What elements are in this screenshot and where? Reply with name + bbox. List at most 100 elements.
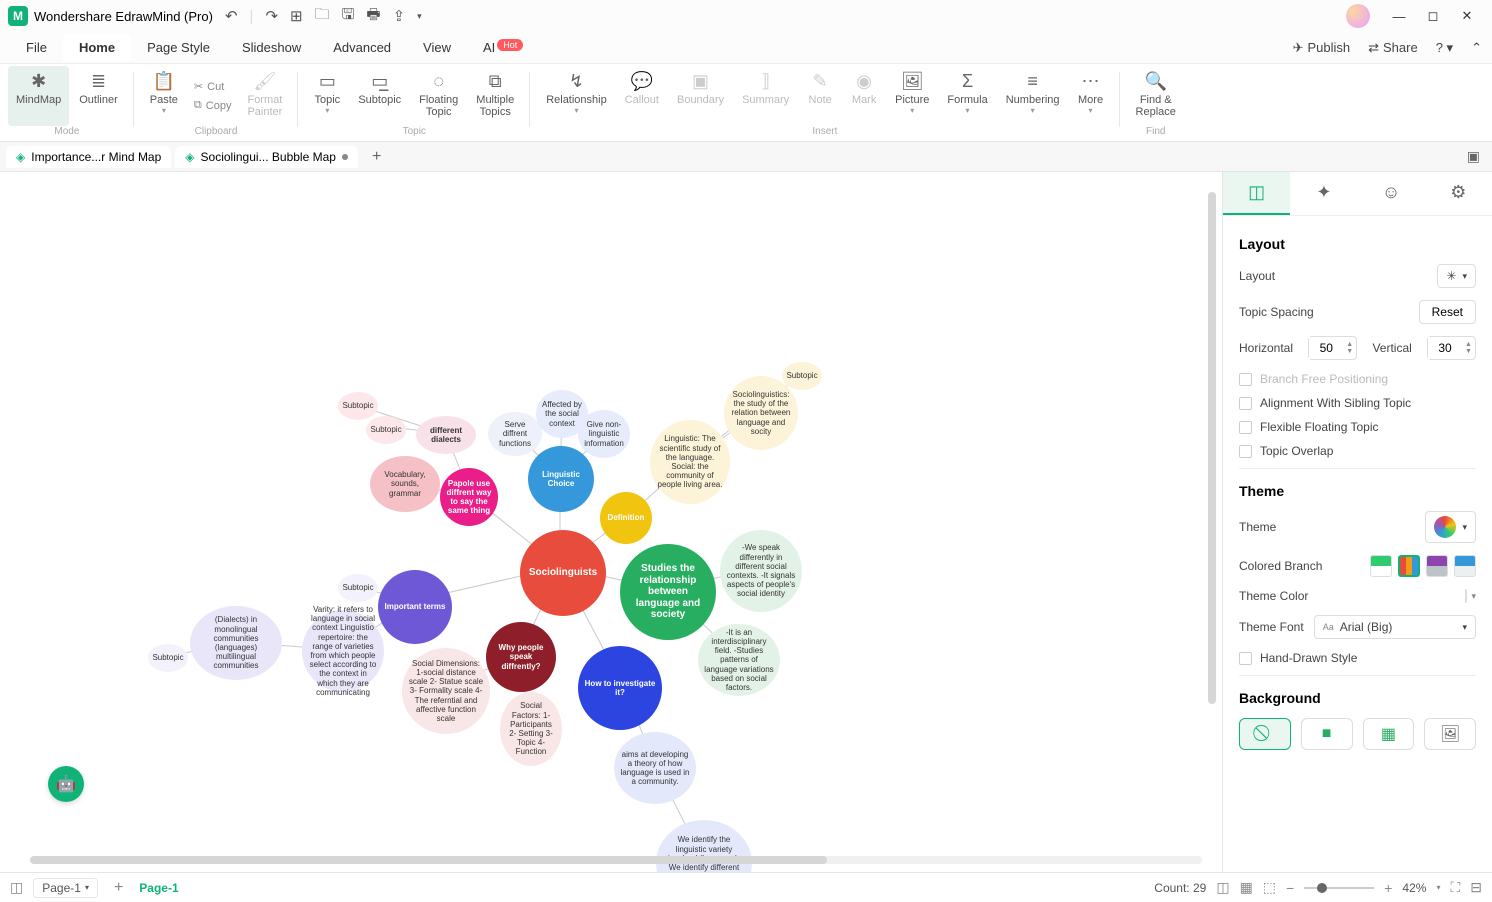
theme-font-dropdown[interactable]: AaArial (Big)▾ <box>1314 615 1476 639</box>
h-up-icon[interactable]: ▲ <box>1346 341 1353 348</box>
nonling-bubble[interactable]: Give non-linguistic information <box>578 410 630 458</box>
minimize-button[interactable]: — <box>1382 9 1416 24</box>
horizontal-stepper[interactable]: ▲▼ <box>1308 336 1357 360</box>
boundary-button[interactable]: ▣Boundary <box>669 66 732 126</box>
zoom-value[interactable]: 42% <box>1402 881 1426 895</box>
menu-ai[interactable]: AIHot <box>467 34 539 61</box>
multiple-topics-button[interactable]: ⧉MultipleTopics <box>468 66 522 126</box>
side-tab-layout[interactable]: ◫ <box>1223 172 1290 215</box>
topic-button[interactable]: ▭Topic▾ <box>306 66 348 126</box>
summary-button[interactable]: ⟧Summary <box>734 66 797 126</box>
branch-swatch-4[interactable] <box>1454 555 1476 577</box>
new-doc-tab[interactable]: + <box>362 144 391 170</box>
flexible-check[interactable]: Flexible Floating Topic <box>1239 420 1476 434</box>
menu-home[interactable]: Home <box>63 34 131 61</box>
copy-button[interactable]: ⧉Copy <box>188 97 238 114</box>
ling-choice-bubble[interactable]: Linguistic Choice <box>528 446 594 512</box>
formula-button[interactable]: ΣFormula▾ <box>939 66 995 126</box>
vscroll-thumb[interactable] <box>1208 192 1216 704</box>
subtopic-bubble-3[interactable]: Subtopic <box>338 392 378 420</box>
doc-tab-2[interactable]: ◈Sociolingui... Bubble Map <box>175 146 358 168</box>
view-3-icon[interactable]: ⬚ <box>1263 879 1276 896</box>
numbering-button[interactable]: ≡Numbering▾ <box>998 66 1068 126</box>
zoom-slider[interactable] <box>1304 887 1374 889</box>
investigate-bubble[interactable]: How to investigate it? <box>578 646 662 730</box>
layout-dropdown[interactable]: ✳▾ <box>1437 264 1476 288</box>
socio-def-bubble[interactable]: Sociolinguistics: the study of the relat… <box>724 376 798 450</box>
collapse-ribbon-button[interactable]: ⌃ <box>1471 40 1482 56</box>
speak-diff-bubble[interactable]: -We speak differently in different socia… <box>720 530 802 612</box>
interdisc-bubble[interactable]: -It is an interdisciplinary field. -Stud… <box>698 624 780 696</box>
h-down-icon[interactable]: ▼ <box>1346 348 1353 355</box>
print-icon[interactable]: 🖶 <box>366 4 380 29</box>
bg-pattern[interactable]: ▦ <box>1363 718 1415 750</box>
serve-funcs-bubble[interactable]: Serve diffrent functions <box>488 412 542 456</box>
cut-button[interactable]: ✂Cut <box>188 78 238 95</box>
varity-bubble[interactable]: Varity: it refers to language in social … <box>302 610 384 692</box>
outliner-button[interactable]: ≣Outliner <box>71 66 126 126</box>
more-button[interactable]: ⋯More▾ <box>1070 66 1112 126</box>
identify-bubble[interactable]: We identify the linguistic variety invol… <box>656 820 752 872</box>
redo-icon[interactable]: ↷ <box>265 7 278 25</box>
canvas-area[interactable]: Sociolinguists Definition Linguistic Cho… <box>0 172 1222 872</box>
doc-tab-1[interactable]: ◈Importance...r Mind Map <box>6 146 171 168</box>
branch-swatch-3[interactable] <box>1426 555 1448 577</box>
qat-caret-icon[interactable]: ▾ <box>417 11 422 22</box>
side-tab-settings[interactable]: ⚙ <box>1425 172 1492 215</box>
find-replace-button[interactable]: 🔍Find &Replace <box>1128 66 1184 126</box>
zoom-knob[interactable] <box>1317 883 1327 893</box>
mind-map-canvas[interactable]: Sociolinguists Definition Linguistic Cho… <box>0 172 1222 872</box>
center-bubble[interactable]: Sociolinguists <box>520 530 606 616</box>
menu-view[interactable]: View <box>407 34 467 61</box>
active-page-tab[interactable]: Page-1 <box>139 881 178 895</box>
add-page-button[interactable]: + <box>108 879 129 897</box>
alignment-check[interactable]: Alignment With Sibling Topic <box>1239 396 1476 410</box>
collapse-panel-icon[interactable]: ⊟ <box>1470 879 1482 896</box>
definition-bubble[interactable]: Definition <box>600 492 652 544</box>
aim-bubble[interactable]: aims at developing a theory of how langu… <box>614 732 696 804</box>
checkbox-icon[interactable] <box>1239 445 1252 458</box>
bg-image[interactable]: 🖼 <box>1424 718 1476 750</box>
diff-dialects-bubble[interactable]: different dialects <box>416 416 476 454</box>
subtopic-bubble-2[interactable]: Subtopic <box>338 574 378 602</box>
menu-page-style[interactable]: Page Style <box>131 34 226 61</box>
menu-slideshow[interactable]: Slideshow <box>226 34 317 61</box>
note-button[interactable]: ✎Note <box>799 66 841 126</box>
share-button[interactable]: ⇄Share <box>1368 40 1418 56</box>
page-list-icon[interactable]: ◫ <box>10 879 23 896</box>
subtopic-bubble-4[interactable]: Subtopic <box>366 416 406 444</box>
save-icon[interactable]: 🖫 <box>342 4 355 29</box>
bg-solid[interactable]: ■ <box>1301 718 1353 750</box>
side-tab-emoji[interactable]: ☺ <box>1358 172 1425 215</box>
ai-assistant-button[interactable]: 🤖 <box>48 766 84 802</box>
close-button[interactable]: ✕ <box>1450 8 1484 24</box>
format-painter-button[interactable]: 🖌FormatPainter <box>239 66 290 126</box>
subtopic-bubble-5[interactable]: Subtopic <box>782 362 822 390</box>
zoom-out-button[interactable]: − <box>1286 880 1294 896</box>
branch-swatch-2[interactable] <box>1398 555 1420 577</box>
picture-button[interactable]: 🖼Picture▾ <box>887 66 937 126</box>
ling-social-bubble[interactable]: Linguistic: The scientific study of the … <box>650 420 730 504</box>
page-selector[interactable]: Page-1▾ <box>33 878 98 898</box>
mindmap-button[interactable]: ✱MindMap <box>8 66 69 126</box>
relationship-button[interactable]: ↯Relationship▾ <box>538 66 615 126</box>
vertical-input[interactable] <box>1428 337 1462 359</box>
horizontal-input[interactable] <box>1309 337 1343 359</box>
hand-drawn-check[interactable]: Hand-Drawn Style <box>1239 651 1476 665</box>
publish-button[interactable]: ✈Publish <box>1293 40 1351 56</box>
side-tab-effects[interactable]: ✦ <box>1290 172 1357 215</box>
hscroll-thumb[interactable] <box>30 856 827 864</box>
subtopic-button[interactable]: ▭̲Subtopic <box>350 66 409 126</box>
dimensions-bubble[interactable]: Social Dimensions: 1-social distance sca… <box>402 648 490 734</box>
view-1-icon[interactable]: ◫ <box>1216 879 1229 896</box>
callout-button[interactable]: 💬Callout <box>617 66 667 126</box>
relationship-bubble[interactable]: Studies the relationship between languag… <box>620 544 716 640</box>
theme-dropdown[interactable]: ▾ <box>1425 511 1476 543</box>
user-avatar[interactable] <box>1346 4 1370 28</box>
fit-screen-icon[interactable]: ⛶ <box>1450 879 1460 896</box>
chevron-down-icon[interactable]: ▾ <box>1471 591 1476 602</box>
zoom-in-button[interactable]: + <box>1384 880 1392 896</box>
v-up-icon[interactable]: ▲ <box>1465 341 1472 348</box>
vertical-stepper[interactable]: ▲▼ <box>1427 336 1476 360</box>
chevron-down-icon[interactable]: ▾ <box>1436 883 1440 892</box>
